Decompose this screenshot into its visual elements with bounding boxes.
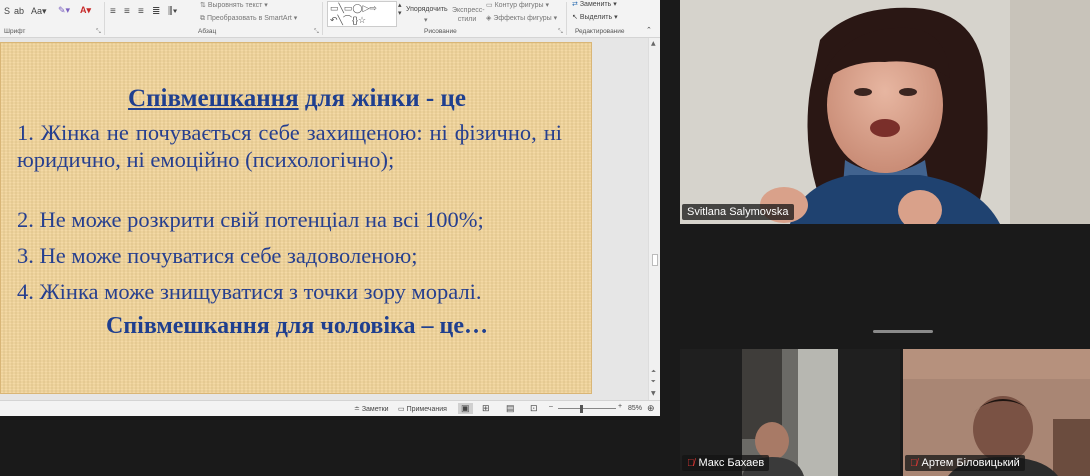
slide-heading: Співмешкання для жінки - це [1, 85, 593, 113]
replace-label: Заменить [579, 1, 612, 8]
font-color-icon[interactable]: A▾ [80, 5, 91, 16]
video-tile-speaker[interactable]: Svitlana Salymovska [680, 0, 1090, 224]
notes-button[interactable]: ≐ Заметки [354, 405, 389, 413]
shapes-more-icon[interactable]: ▴ ▾ [398, 1, 402, 17]
video-tile-participant-2[interactable]: 🎙̸ Макс Бахаев [680, 349, 900, 476]
align-right-icon[interactable]: ≡ [138, 6, 144, 17]
select-label: Выделить [579, 14, 613, 21]
select-button[interactable]: ↖ Выделить ▾ [572, 13, 618, 21]
shapes-gallery[interactable]: ▭╲▭◯▷⇨ ↶╲⌒{}☆ [327, 1, 397, 27]
shape-outline-button[interactable]: ▭ Контур фигуры ▾ [486, 1, 549, 9]
drawing-group-label: Рисование [424, 28, 457, 35]
group-separator [566, 2, 567, 35]
arrange-label: Упорядочить [406, 6, 448, 13]
quick-styles-button[interactable]: Экспресс-стили [452, 6, 485, 24]
zoom-slider[interactable] [558, 408, 616, 409]
zoom-out-icon[interactable]: – [549, 403, 553, 410]
slide-heading-rest: для жінки - це [298, 85, 466, 112]
slide-item-1: 1. Жінка не почувається себе захищеною: … [17, 120, 562, 172]
text-shadow-icon[interactable]: S [4, 6, 10, 16]
microphone-muted-icon: 🎙̸ [910, 458, 918, 469]
align-center-icon[interactable]: ≡ [124, 6, 130, 17]
replace-icon: ⇄ [572, 1, 578, 8]
arrange-button[interactable]: Упорядочить [406, 6, 448, 13]
slide-item-2: 2. Не може розкрити свій потенціал на вс… [17, 207, 484, 232]
shape-effects-button[interactable]: ◈ Эффекты фигуры ▾ [486, 14, 557, 22]
fit-slide-icon[interactable]: ⊕ [647, 403, 655, 414]
prev-slide-icon[interactable]: ⏶ [651, 368, 656, 376]
scroll-up-icon[interactable]: ▲ [651, 40, 656, 47]
slide-canvas: Співмешкання для жінки - це 1. Жінка не … [0, 38, 660, 400]
shape-effects-label: Эффекты фигуры [493, 15, 552, 22]
group-separator [104, 2, 105, 35]
participant-name-2-tag: 🎙̸ Макс Бахаев [682, 455, 770, 471]
drawing-dialog-launcher-icon[interactable]: ⤡ [558, 29, 563, 36]
scroll-down-icon[interactable]: ▼ [651, 390, 656, 397]
microphone-muted-icon: 🎙̸ [687, 458, 695, 469]
paragraph-dialog-launcher-icon[interactable]: ⤡ [314, 29, 319, 36]
zoom-in-icon[interactable]: + [618, 403, 622, 410]
slideshow-icon[interactable]: ⊡ [530, 403, 538, 414]
meeting-window: S ab Aa▾ ✎▾ A▾ Шрифт ⤡ ≡ ≡ ≡ ≣ ⫼▾ ⇅ Выро… [0, 0, 1090, 476]
gallery-drag-handle[interactable] [873, 330, 933, 333]
status-bar: ≐ Заметки ▭ Примечания ▣ ⊞ ▤ ⊡ – + 85% ⊕ [0, 400, 660, 416]
smartart-label: Преобразовать в SmartArt [206, 15, 292, 22]
align-left-icon[interactable]: ≡ [110, 6, 116, 17]
justify-icon[interactable]: ≣ [152, 6, 160, 17]
zoom-slider-knob[interactable] [580, 405, 583, 413]
notes-label: Заметки [361, 406, 389, 413]
smartart-button[interactable]: ⧉ Преобразовать в SmartArt ▾ [200, 14, 297, 23]
quick-styles-label: Экспресс-стили [452, 7, 485, 23]
slide-heading-2: Співмешкання для чоловіка – це… [106, 313, 488, 339]
scrollbar-thumb[interactable] [652, 254, 658, 266]
participant-name-3: Артем Біловицький [921, 457, 1020, 469]
group-separator [322, 2, 323, 35]
char-spacing-icon[interactable]: ab [14, 6, 24, 16]
participant-name-2: Макс Бахаев [698, 457, 765, 469]
comments-button[interactable]: ▭ Примечания [398, 405, 447, 413]
paragraph-group-label: Абзац [198, 28, 217, 35]
text-direction-label: Выровнять текст [207, 2, 263, 9]
columns-icon[interactable]: ⫼▾ [168, 6, 177, 17]
font-group-label: Шрифт [4, 28, 26, 35]
ribbon: S ab Aa▾ ✎▾ A▾ Шрифт ⤡ ≡ ≡ ≡ ≣ ⫼▾ ⇅ Выро… [0, 0, 660, 38]
participant-name-3-tag: 🎙̸ Артем Біловицький [905, 455, 1025, 471]
speaker-video-feed [680, 0, 1090, 224]
vertical-scrollbar[interactable]: ▲ ⏶ ⏷ ▼ [648, 38, 660, 400]
collapse-ribbon-icon[interactable]: ⌃ [646, 26, 652, 34]
participant-name-speaker: Svitlana Salymovska [682, 204, 794, 220]
slide-heading-underlined: Співмешкання [128, 85, 299, 112]
reading-view-icon[interactable]: ▤ [506, 403, 515, 414]
select-icon: ↖ [572, 14, 578, 21]
video-tile-participant-3[interactable]: 🎙̸ Артем Біловицький [903, 349, 1090, 476]
arrange-dropdown-icon[interactable]: ▾ [424, 16, 428, 24]
shared-screen-powerpoint: S ab Aa▾ ✎▾ A▾ Шрифт ⤡ ≡ ≡ ≡ ≣ ⫼▾ ⇅ Выро… [0, 0, 660, 416]
slide[interactable]: Співмешкання для жінки - це 1. Жінка не … [0, 42, 592, 394]
normal-view-icon[interactable]: ▣ [458, 403, 473, 414]
slide-sorter-icon[interactable]: ⊞ [482, 403, 490, 414]
slide-item-4: 4. Жінка може знищуватися з точки зору м… [17, 279, 482, 304]
highlight-icon[interactable]: ✎▾ [58, 5, 70, 16]
slide-item-3: 3. Не може почуватися себе задоволеною; [17, 243, 418, 268]
editing-group-label: Редактирование [575, 28, 625, 35]
change-case-icon[interactable]: Aa▾ [31, 6, 47, 17]
next-slide-icon[interactable]: ⏷ [651, 378, 656, 386]
zoom-level[interactable]: 85% [628, 405, 642, 412]
font-dialog-launcher-icon[interactable]: ⤡ [96, 29, 101, 36]
shape-outline-label: Контур фигуры [494, 2, 544, 9]
comments-label: Примечания [406, 406, 447, 413]
text-direction-button[interactable]: ⇅ Выровнять текст ▾ [200, 1, 268, 9]
replace-button[interactable]: ⇄ Заменить ▾ [572, 0, 617, 8]
